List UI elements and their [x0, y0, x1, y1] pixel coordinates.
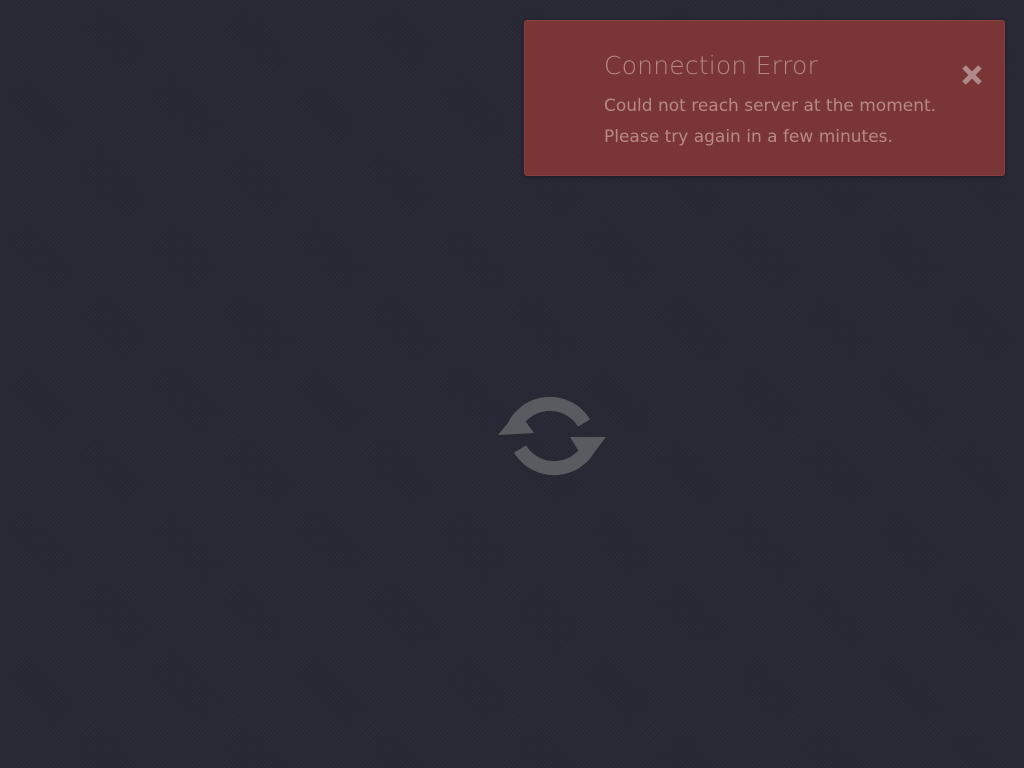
- close-notification-button[interactable]: [958, 61, 986, 89]
- notification-message-line: Please try again in a few minutes.: [604, 127, 893, 147]
- error-notification: Connection Error Could not reach server …: [524, 20, 1005, 176]
- close-icon: [962, 65, 982, 85]
- notification-message: Could not reach server at the moment. Pl…: [604, 91, 936, 153]
- loading-spinner: [496, 391, 608, 483]
- notification-message-line: Could not reach server at the moment.: [604, 96, 937, 116]
- refresh-icon: [498, 396, 606, 476]
- notification-title: Connection Error: [604, 51, 818, 80]
